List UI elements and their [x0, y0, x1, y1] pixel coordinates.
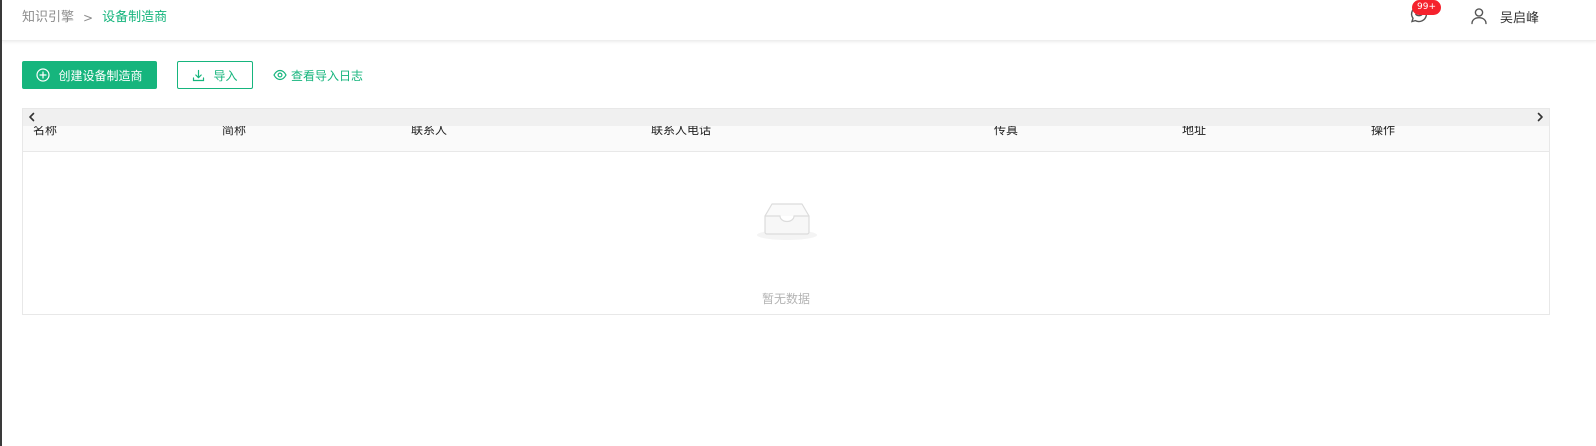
- column-header-short-name: 简称: [222, 126, 247, 137]
- column-header-contact: 联系人: [411, 126, 448, 137]
- empty-state: 暂无数据: [23, 152, 1549, 314]
- create-manufacturer-button[interactable]: 创建设备制造商: [22, 61, 157, 89]
- user-icon: [1471, 8, 1487, 25]
- manufacturer-table: 名称 简称 联系人 联系人电话 传真 地址 操作 暂无数据: [22, 108, 1550, 315]
- import-button-label: 导入: [213, 68, 238, 83]
- create-button-label: 创建设备制造商: [58, 68, 143, 83]
- window-left-edge: [0, 0, 2, 446]
- empty-inbox-icon: [757, 203, 817, 240]
- plus-circle-icon: [36, 68, 51, 82]
- view-import-log-link[interactable]: 查看导入日志: [273, 67, 363, 83]
- breadcrumb-parent-link[interactable]: 知识引擎: [22, 9, 74, 27]
- import-button[interactable]: 导入: [177, 61, 253, 89]
- horizontal-scrollbar[interactable]: [23, 109, 1549, 127]
- column-header-actions: 操作: [1371, 126, 1396, 137]
- breadcrumb: 知识引擎 > 设备制造商: [22, 9, 167, 27]
- breadcrumb-separator: >: [83, 11, 94, 25]
- notification-badge: 99+: [1412, 0, 1441, 15]
- chevron-left-icon[interactable]: [25, 110, 39, 124]
- top-header: 知识引擎 > 设备制造商 99+ 吴启峰: [2, 0, 1596, 41]
- column-header-fax: 传真: [994, 126, 1019, 137]
- column-header-address: 地址: [1182, 126, 1207, 137]
- download-icon: [193, 69, 205, 81]
- eye-icon: [273, 69, 287, 81]
- column-header-contact-phone: 联系人电话: [651, 126, 712, 137]
- view-log-label: 查看导入日志: [291, 68, 364, 83]
- chevron-right-icon[interactable]: [1533, 110, 1547, 124]
- user-menu[interactable]: 吴启峰: [1470, 5, 1539, 27]
- breadcrumb-current: 设备制造商: [102, 10, 168, 25]
- table-header: 名称 简称 联系人 联系人电话 传真 地址 操作: [23, 126, 1549, 152]
- column-header-name: 名称: [33, 126, 58, 137]
- user-name: 吴启峰: [1500, 10, 1540, 26]
- empty-state-text: 暂无数据: [761, 292, 810, 306]
